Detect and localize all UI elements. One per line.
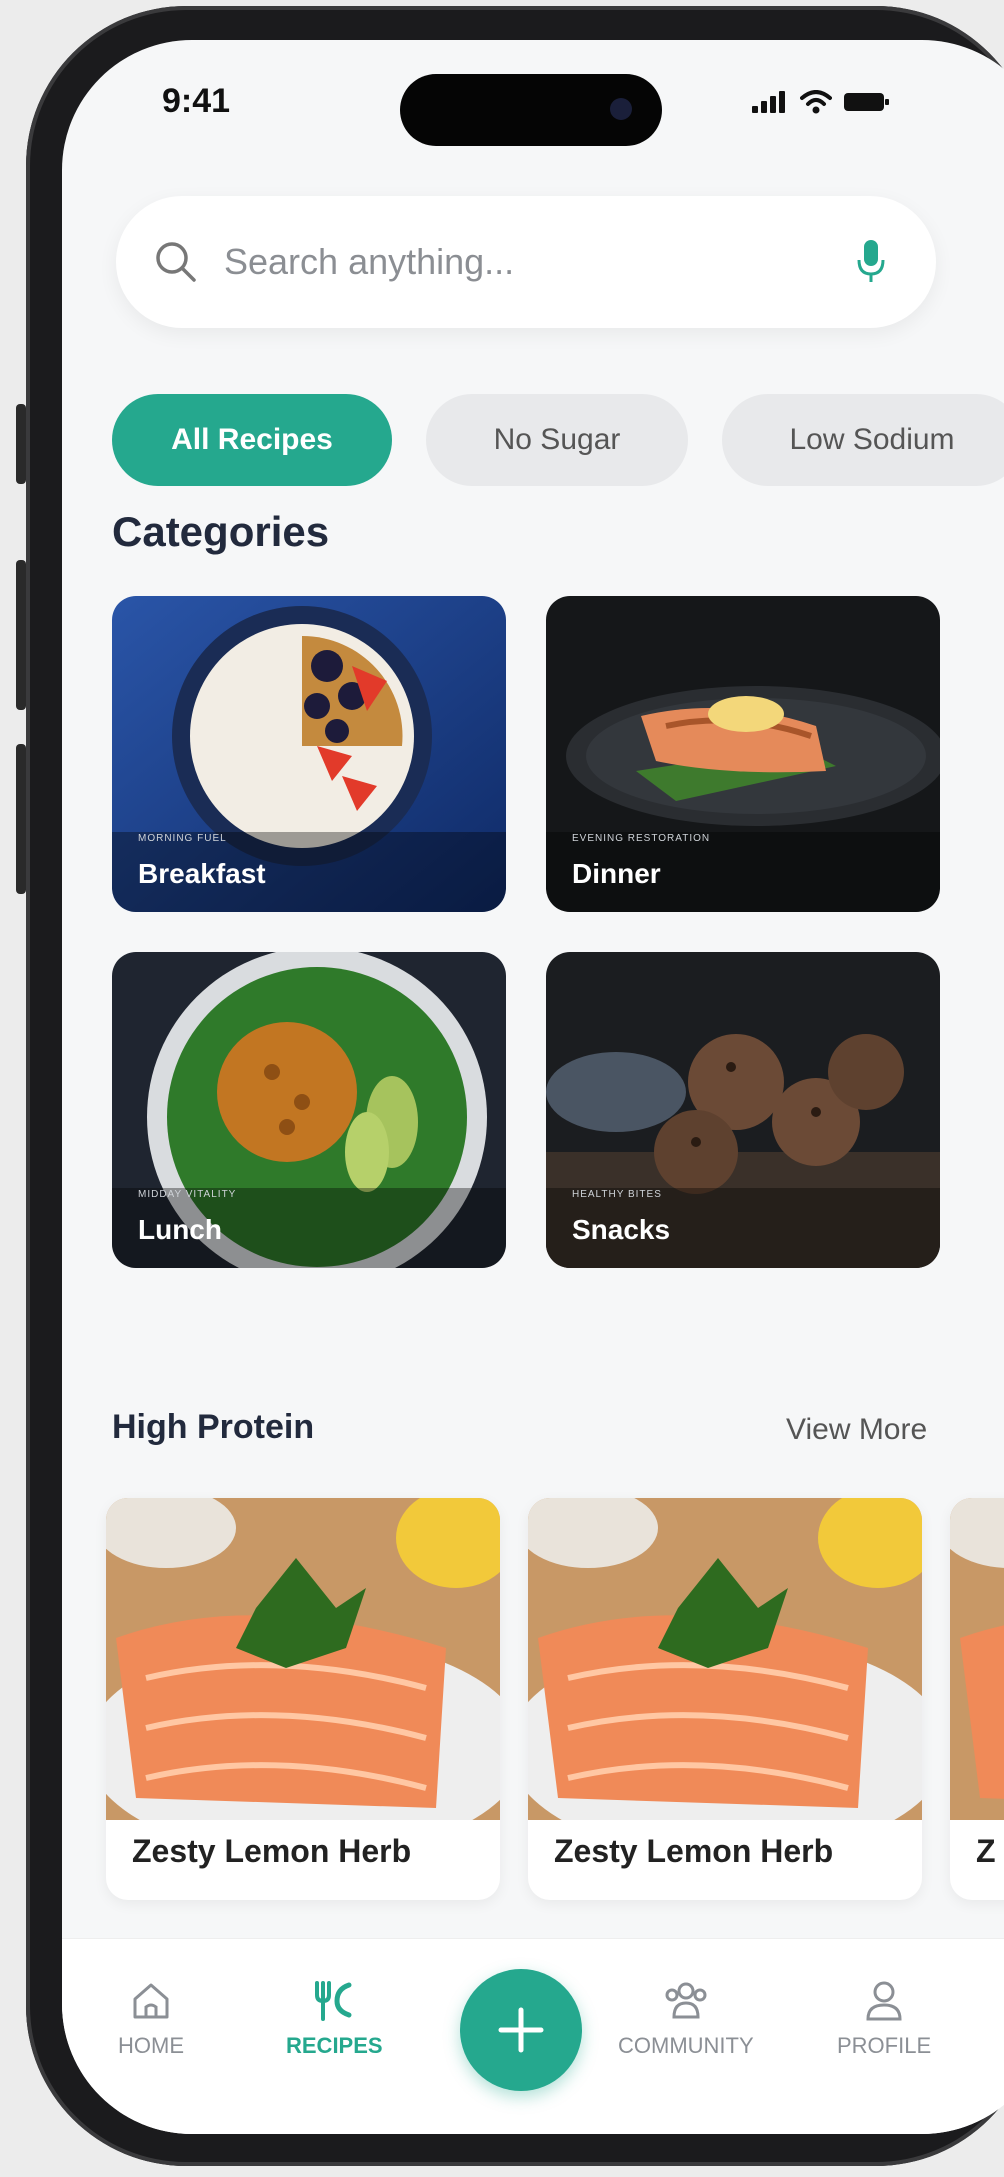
chip-all-recipes[interactable]: All Recipes [112,394,392,486]
categories-title: Categories [112,508,330,555]
wifi-icon [800,90,832,114]
category-card-snacks[interactable]: HEALTHY BITES Snacks [546,952,940,1268]
category-card-breakfast[interactable]: MORNING FUEL Breakfast [112,596,506,912]
salmon-image [950,1498,1004,1820]
tab-community[interactable]: COMMUNITY [618,1979,754,2059]
microphone-icon[interactable] [856,238,886,286]
community-icon [665,1982,707,2019]
high-protein-title: High Protein [112,1408,315,1446]
status-icons [752,90,890,114]
view-more-link[interactable]: View More [786,1413,927,1447]
filter-chips: All Recipes No Sugar Low Sodium [112,394,1004,486]
phone-side-button [16,404,26,484]
tab-profile[interactable]: PROFILE [837,1979,931,2059]
profile-icon [866,1981,902,2021]
phone-volume-up [16,560,26,710]
home-icon [133,1983,169,2019]
signal-icon [752,91,785,113]
dynamic-island [400,74,662,146]
tab-home[interactable]: HOME [118,1979,184,2059]
chip-no-sugar[interactable]: No Sugar [426,394,688,486]
tab-label: HOME [118,2033,184,2058]
recipe-title: Zesty Lemon Herb [554,1833,834,1869]
category-tag: HEALTHY BITES [572,1189,662,1200]
category-label: Lunch [138,1214,222,1245]
recipe-card[interactable]: Zesty Lemon Herb [106,1498,500,1900]
category-tag: MORNING FUEL [138,833,227,844]
category-tag: EVENING RESTORATION [572,833,711,844]
utensils-icon [315,1981,352,2021]
category-label: Dinner [572,858,661,889]
salmon-image [528,1498,922,1820]
category-card-dinner[interactable]: EVENING RESTORATION Dinner [546,596,940,912]
battery-icon [844,93,889,111]
search-bar[interactable] [116,196,936,328]
recipe-card[interactable]: Zesty Lemon Herb [528,1498,922,1900]
search-input[interactable] [222,240,826,284]
tab-label: COMMUNITY [618,2033,754,2058]
app-screen: 9:41 All Recipes [62,40,1004,2134]
add-button[interactable] [460,1969,582,2091]
camera-icon [610,98,632,120]
category-tag: MIDDAY VITALITY [138,1189,237,1200]
search-icon [156,242,196,282]
category-label: Breakfast [138,858,266,889]
plus-icon [498,2007,544,2053]
chip-low-sodium[interactable]: Low Sodium [722,394,1004,486]
tab-label: RECIPES [286,2033,383,2058]
category-label: Snacks [572,1214,671,1245]
tab-label: PROFILE [837,2033,932,2058]
salmon-image [106,1498,500,1820]
recipe-title: Z [976,1833,996,1869]
bottom-tab-bar: HOME RECIPES COMMUNITY PROFILE [62,1938,1004,2134]
phone-volume-down [16,744,26,894]
category-card-lunch[interactable]: MIDDAY VITALITY Lunch [112,952,506,1268]
tab-recipes[interactable]: RECIPES [286,1979,383,2059]
status-time: 9:41 [162,82,231,120]
recipe-title: Zesty Lemon Herb [132,1833,412,1869]
recipe-card[interactable]: Z [950,1498,1004,1900]
